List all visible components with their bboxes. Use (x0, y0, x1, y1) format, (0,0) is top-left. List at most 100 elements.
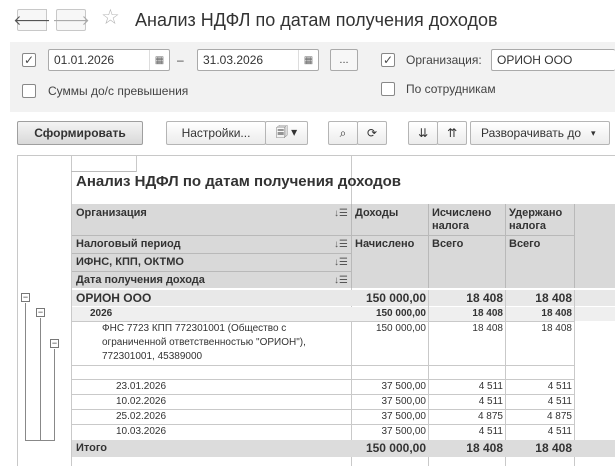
window-title: Анализ НДФЛ по датам получения доходов (135, 10, 498, 30)
ifns-calc: 18 408 (472, 323, 503, 334)
year-withheld: 18 408 (541, 308, 572, 319)
expand-to-label: Разворачивать до (481, 126, 582, 140)
title-bar: 🡐 🡒 ☆ Анализ НДФЛ по датам получения дох… (0, 0, 615, 42)
sort-icon[interactable]: ↓☰ (334, 239, 348, 250)
expand-to-button[interactable]: Разворачивать до ▾ (470, 121, 610, 145)
period-checkbox[interactable]: ✓ (22, 53, 36, 67)
org-name: ОРИОН ООО (76, 291, 152, 305)
date-cell: 10.03.2026 (116, 426, 167, 437)
report-variants-icon: 🗐 ▾ (275, 124, 298, 139)
sort-icon[interactable]: ↓☰ (334, 257, 348, 268)
grid-line (574, 204, 575, 288)
variants-button[interactable]: 🗐 ▾ (265, 121, 308, 145)
date-withheld: 4 875 (546, 411, 572, 422)
grid-line (72, 409, 574, 410)
date-withheld: 4 511 (547, 396, 572, 407)
collapse-lines-icon: ⇊ (417, 126, 429, 140)
header-date: Дата получения дохода (76, 274, 205, 286)
grid-line (72, 235, 351, 236)
calendar-icon[interactable]: ▦ (149, 50, 169, 70)
over-checkbox[interactable] (22, 84, 36, 98)
ifns-withheld: 18 408 (541, 323, 572, 334)
search-refresh-button[interactable]: ⟳ (357, 121, 387, 145)
date-calc: 4 511 (478, 426, 503, 437)
grid-line (72, 321, 574, 322)
header-org: Организация (76, 207, 147, 219)
org-withheld: 18 408 (535, 291, 572, 305)
collapse-all-button[interactable]: ⇊ (408, 121, 438, 145)
grid-line (72, 424, 574, 425)
header-calc: Исчислено налога (432, 207, 504, 233)
year-calc: 18 408 (472, 308, 503, 319)
total-calc: 18 408 (466, 441, 503, 455)
filter-panel: ✓ 01.01.2026 ▦ – 31.03.2026 ▦ ... ✓ Орга… (10, 42, 615, 112)
star-icon[interactable]: ☆ (101, 7, 120, 28)
header-accrued: Начислено (355, 238, 415, 250)
search-button[interactable]: ⌕ (328, 121, 358, 145)
date-dash: – (177, 53, 184, 67)
expand-all-button[interactable]: ⇈ (437, 121, 467, 145)
date-from-field[interactable]: 01.01.2026 ▦ (48, 49, 170, 71)
year-income: 150 000,00 (375, 308, 426, 319)
grid-line (136, 156, 137, 172)
report-title: Анализ НДФЛ по датам получения доходов (76, 173, 401, 190)
date-to-field[interactable]: 31.03.2026 ▦ (197, 49, 319, 71)
grid-line (72, 379, 574, 380)
grid-line (72, 253, 351, 254)
header-withheld-total: Всего (509, 238, 541, 250)
sort-icon[interactable]: ↓☰ (334, 208, 348, 219)
total-withheld: 18 408 (535, 441, 572, 455)
header-withheld: Удержано налога (509, 207, 573, 233)
header-ifns: ИФНС, КПП, ОКТМО (76, 256, 184, 268)
tree-line (40, 318, 41, 440)
ifns-line-1: ФНС 7723 КПП 772301001 (Общество с (102, 323, 287, 334)
by-employee-label: По сотрудникам (406, 82, 496, 96)
collapse-org-icon[interactable]: − (21, 293, 30, 302)
arrow-left-icon: 🡐 (13, 11, 51, 28)
date-cell: 10.02.2026 (116, 396, 167, 407)
calendar-icon[interactable]: ▦ (298, 50, 318, 70)
tree-line (54, 349, 55, 440)
date-income: 37 500,00 (381, 426, 427, 437)
back-button[interactable]: 🡐 (13, 9, 51, 31)
date-income: 37 500,00 (381, 381, 427, 392)
total-label: Итого (76, 442, 108, 454)
date-calc: 4 511 (478, 381, 503, 392)
grid-line (505, 204, 506, 288)
grid-line (351, 204, 352, 288)
org-value: ОРИОН ООО (497, 53, 573, 67)
org-income: 150 000,00 (365, 291, 426, 305)
grid-line (72, 394, 574, 395)
tree-line (25, 303, 26, 441)
org-checkbox[interactable]: ✓ (381, 53, 395, 67)
date-to-value: 31.03.2026 (203, 53, 264, 67)
date-withheld: 4 511 (547, 381, 572, 392)
org-field[interactable]: ОРИОН ООО (491, 49, 615, 71)
sort-icon[interactable]: ↓☰ (334, 275, 348, 286)
total-income: 150 000,00 (365, 441, 426, 455)
grid-line (428, 204, 429, 288)
date-cell: 23.01.2026 (116, 381, 167, 392)
report-spreadsheet[interactable]: Анализ НДФЛ по датам получения доходов О… (17, 155, 615, 466)
collapse-year-icon[interactable]: − (36, 308, 45, 317)
year-name: 2026 (90, 308, 113, 319)
collapse-ifns-icon[interactable]: − (50, 339, 59, 348)
forward-button[interactable]: 🡒 (52, 9, 90, 31)
tree-line (25, 440, 55, 441)
check-icon: ✓ (23, 53, 35, 67)
over-label: Суммы до/с превышения (48, 84, 189, 98)
org-calc: 18 408 (466, 291, 503, 305)
ifns-line-3: 772301001, 45389000 (102, 351, 203, 362)
check-icon: ✓ (382, 53, 394, 67)
by-employee-checkbox[interactable] (381, 82, 395, 96)
date-calc: 4 875 (477, 411, 503, 422)
settings-button[interactable]: Настройки... (166, 121, 266, 145)
ifns-line-2: ограниченной ответственностью "ОРИОН"), (102, 337, 306, 348)
select-period-button[interactable]: ... (330, 49, 358, 71)
date-cell: 25.02.2026 (116, 411, 167, 422)
org-label: Организация: (406, 53, 482, 67)
grid-line (351, 235, 574, 236)
generate-button[interactable]: Сформировать (17, 121, 143, 145)
chevron-down-icon: ▾ (591, 127, 596, 138)
date-income: 37 500,00 (381, 396, 427, 407)
